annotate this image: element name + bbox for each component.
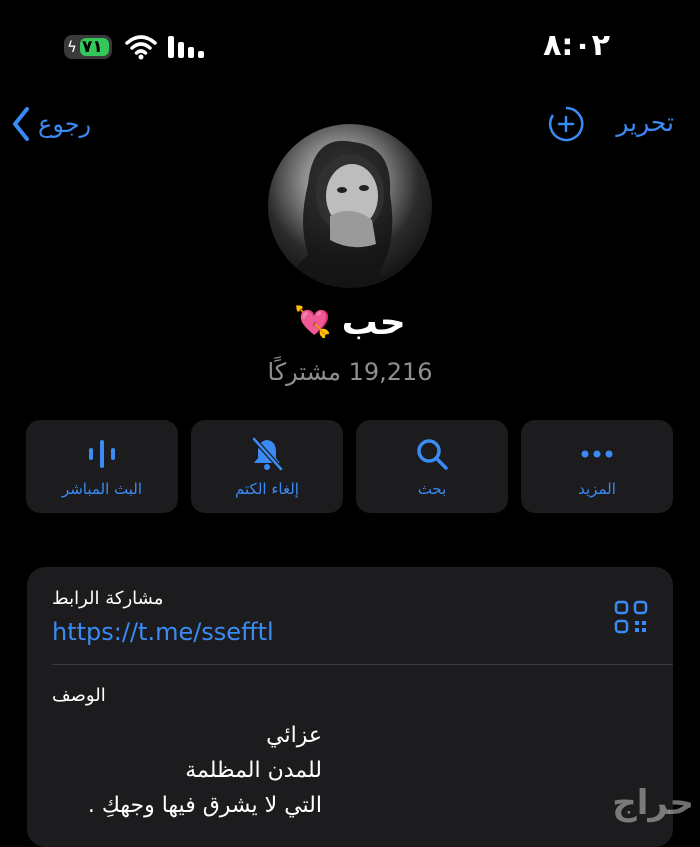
watermark: حراج	[612, 783, 694, 823]
description-line: التي لا يشرق فيها وجهكِ .	[87, 793, 322, 818]
search-icon	[417, 439, 448, 470]
share-link-title: مشاركة الرابط	[52, 588, 164, 609]
channel-title: 💘 حب	[0, 302, 700, 343]
subscriber-count: 19,216 مشتركًا	[267, 358, 433, 386]
waveform-icon	[89, 440, 115, 468]
search-label: بحث	[417, 480, 447, 498]
bell-slash-icon	[252, 437, 283, 471]
more-icon	[581, 450, 613, 458]
description-title: الوصف	[52, 685, 106, 706]
channel-avatar[interactable]	[268, 124, 432, 288]
qr-code-icon[interactable]	[614, 600, 648, 634]
description-line: للمدن المظلمة	[185, 758, 322, 783]
battery-level: ٧١	[82, 37, 103, 57]
wifi-icon	[125, 35, 157, 60]
name-emoji: 💘	[294, 305, 332, 340]
back-label: رجوع	[38, 110, 92, 138]
more-button[interactable]: المزيد	[521, 420, 673, 513]
live-stream-label: البث المباشر	[61, 480, 143, 498]
status-time: ٨:٠٢	[543, 28, 610, 63]
unmute-button[interactable]: إلغاء الكتم	[191, 420, 343, 513]
channel-name: حب	[341, 302, 406, 343]
chevron-left-icon	[13, 107, 29, 141]
edit-button[interactable]: تحرير	[616, 108, 674, 137]
signal-icon	[168, 36, 204, 58]
card-divider	[52, 664, 673, 665]
description-text: عزائي للمدن المظلمة التي لا يشرق فيها وج…	[52, 718, 322, 823]
live-stream-button[interactable]: البث المباشر	[26, 420, 178, 513]
battery-icon: ϟ ٧١	[64, 35, 112, 59]
description-line: عزائي	[266, 723, 322, 748]
charging-bolt-icon: ϟ	[67, 38, 77, 56]
more-label: المزيد	[578, 480, 616, 498]
add-circle-icon[interactable]	[548, 106, 584, 142]
unmute-label: إلغاء الكتم	[235, 480, 299, 498]
search-button[interactable]: بحث	[356, 420, 508, 513]
back-button[interactable]: رجوع	[10, 106, 91, 142]
share-link-url[interactable]: https://t.me/ssefftl	[52, 618, 274, 646]
